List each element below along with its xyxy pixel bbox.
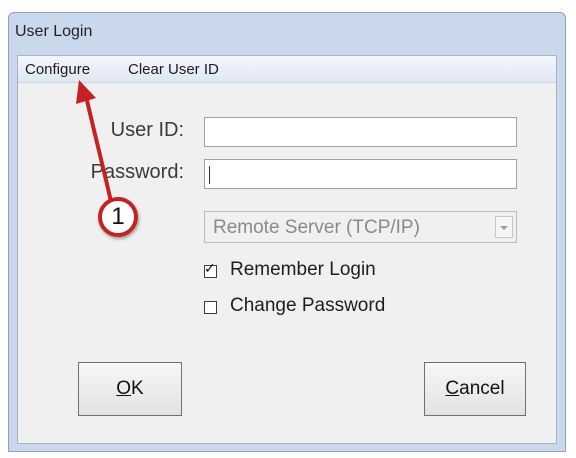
callout-arrow [76, 80, 114, 208]
callout-number-badge: 1 [98, 197, 138, 237]
